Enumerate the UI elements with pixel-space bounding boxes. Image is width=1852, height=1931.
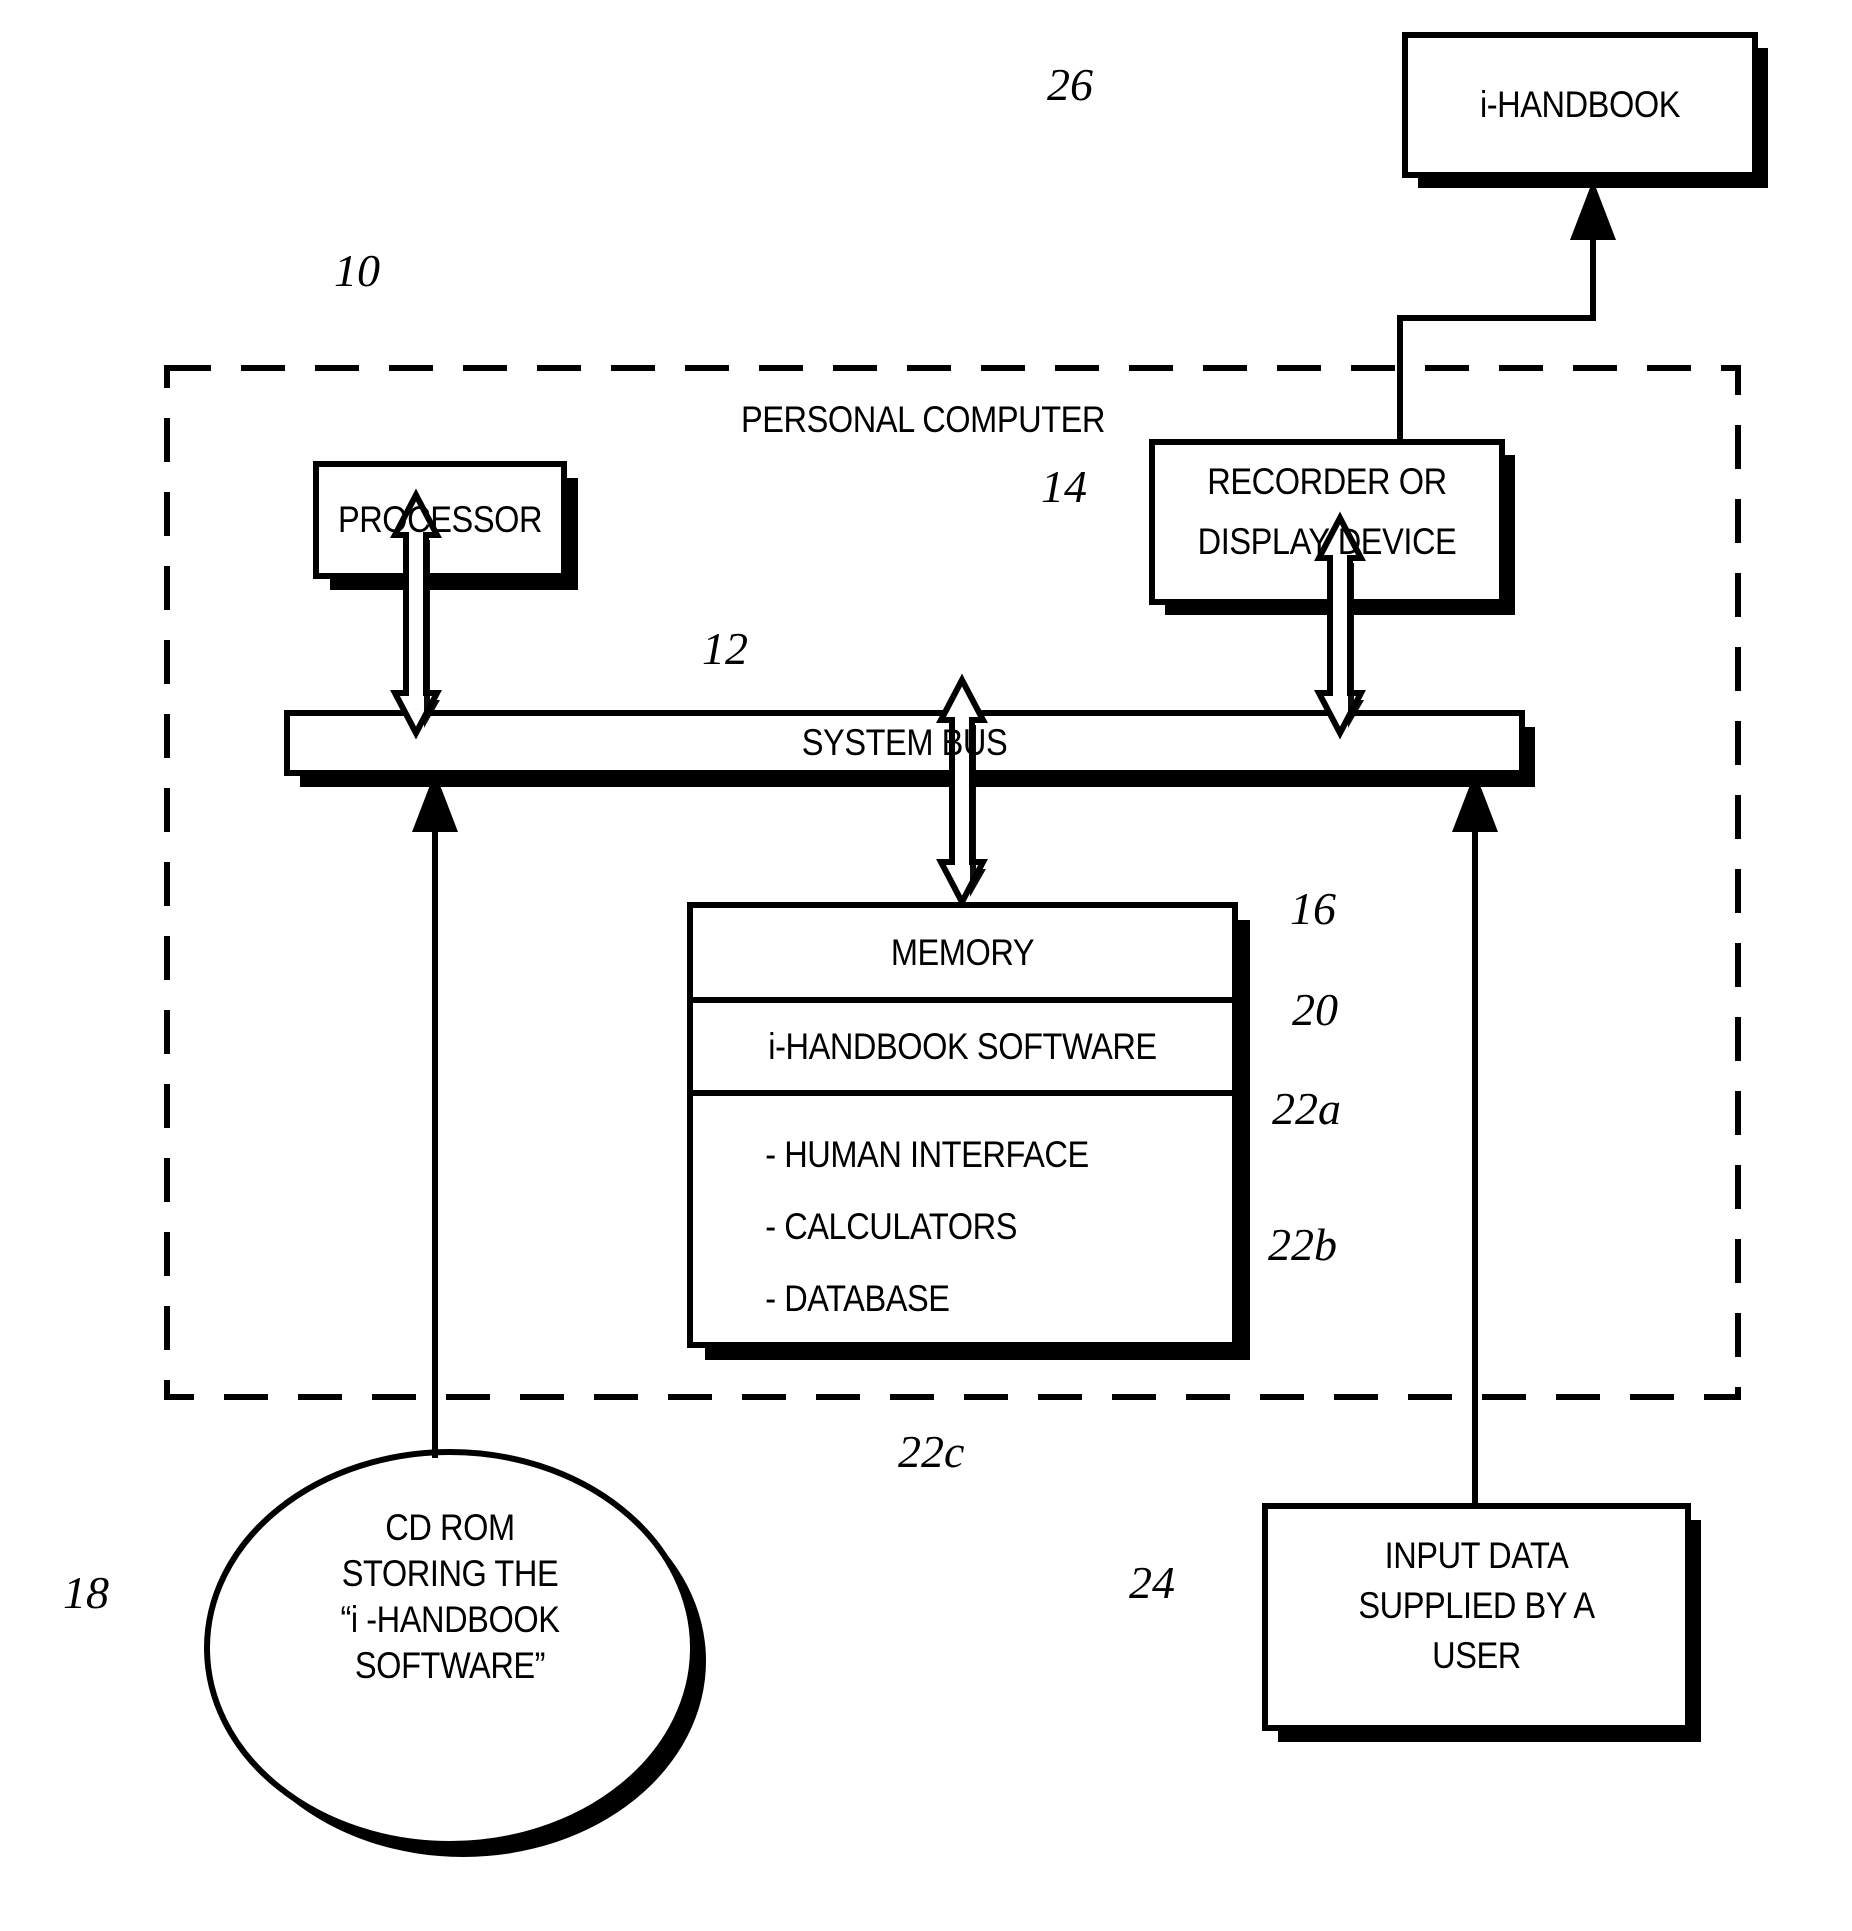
input-data-label-line3: USER: [1432, 1635, 1521, 1676]
personal-computer-label: PERSONAL COMPUTER: [740, 399, 1105, 440]
recorder-box-label-line2: DISPLAY DEVICE: [1197, 521, 1457, 563]
cdrom-label-line1: CD ROM: [385, 1507, 515, 1548]
ref-22c: 22c: [898, 1426, 965, 1477]
ihandbook-software-label: i-HANDBOOK SOFTWARE: [768, 1025, 1157, 1067]
processor-box-label: PROCESSOR: [337, 499, 543, 541]
software-component-database: - DATABASE: [765, 1278, 950, 1319]
input-data-label-line1: INPUT DATA: [1384, 1535, 1569, 1576]
ref-26: 26: [1047, 59, 1093, 110]
patent-figure: .ln { stroke:#000; fill:none; } .thin { …: [0, 0, 1852, 1931]
cdrom-label-line2: STORING THE: [341, 1553, 559, 1594]
input-data-label-line2: SUPPLIED BY A: [1358, 1585, 1595, 1626]
cdrom-label-line4: SOFTWARE”: [354, 1645, 546, 1686]
ref-18: 18: [63, 1567, 109, 1618]
system-bus-label: SYSTEM BUS: [801, 722, 1008, 764]
ref-14: 14: [1041, 461, 1087, 512]
cdrom-bus-arrow: [412, 772, 458, 1458]
cdrom-label-line3: “i -HANDBOOK: [340, 1599, 560, 1640]
ref-24: 24: [1129, 1557, 1175, 1608]
memory-label: MEMORY: [890, 931, 1035, 973]
recorder-ihandbook-arrow: [1397, 180, 1616, 442]
ref-22a: 22a: [1272, 1083, 1341, 1134]
ref-20: 20: [1292, 984, 1338, 1035]
recorder-box-label-line1: RECORDER OR: [1207, 461, 1447, 503]
ref-22b: 22b: [1268, 1219, 1337, 1270]
ihandbook-box-label: i-HANDBOOK: [1479, 84, 1681, 126]
ref-10: 10: [334, 245, 380, 296]
software-component-calculators: - CALCULATORS: [765, 1206, 1018, 1247]
software-component-human-interface: - HUMAN INTERFACE: [765, 1134, 1089, 1175]
ref-12: 12: [702, 623, 748, 674]
ref-16: 16: [1290, 883, 1336, 934]
